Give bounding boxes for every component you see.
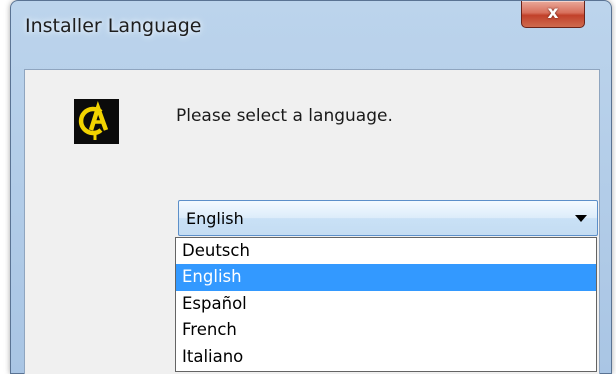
- window-title: Installer Language: [25, 15, 202, 37]
- language-option-english[interactable]: English: [176, 264, 596, 291]
- app-logo-icon: [74, 99, 119, 144]
- language-prompt: Please select a language.: [176, 106, 393, 126]
- chevron-down-icon[interactable]: [575, 215, 587, 222]
- language-option-deutsch[interactable]: Deutsch: [176, 238, 596, 264]
- title-bar[interactable]: Installer Language x: [11, 1, 611, 45]
- selected-language: English: [186, 209, 244, 228]
- language-option-french[interactable]: French: [176, 317, 596, 343]
- language-select[interactable]: English: [178, 200, 598, 236]
- close-icon: x: [547, 3, 559, 23]
- close-button[interactable]: x: [521, 1, 585, 28]
- language-dropdown-list[interactable]: Deutsch English Español French Italiano: [175, 237, 597, 372]
- language-option-espanol[interactable]: Español: [176, 291, 596, 317]
- language-option-italiano[interactable]: Italiano: [176, 344, 596, 370]
- installer-language-dialog: Installer Language x Please select a lan…: [10, 0, 612, 374]
